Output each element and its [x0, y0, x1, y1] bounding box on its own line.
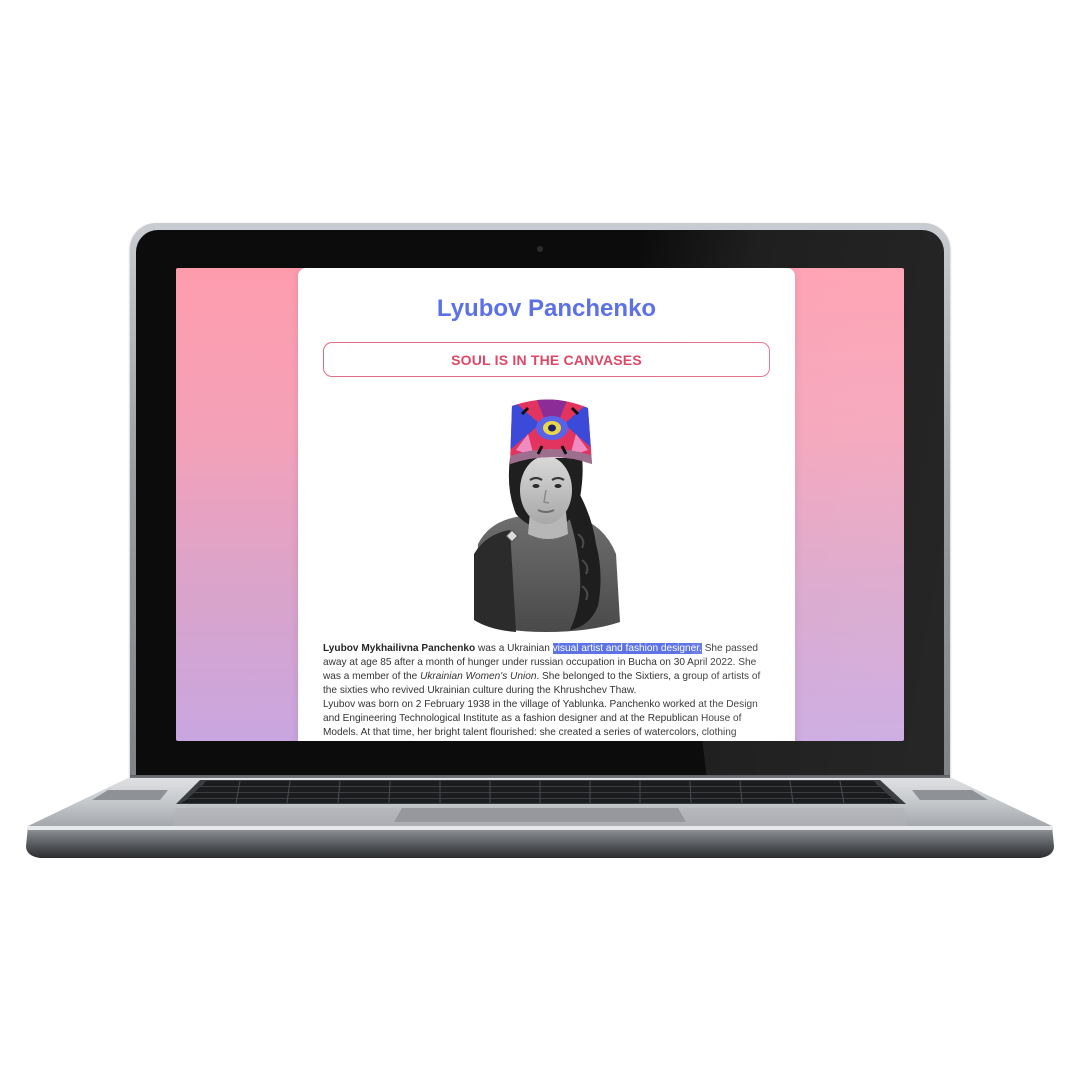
- highlighted-text[interactable]: visual artist and fashion designer.: [552, 643, 702, 654]
- page-title: Lyubov Panchenko: [436, 295, 657, 322]
- stage: Lyubov Panchenko SOUL IS IN THE CANVASES: [0, 0, 1080, 1080]
- bio-italic-org: Ukrainian Women's Union: [420, 671, 537, 682]
- bio-name: Lyubov Mykhailivna Panchenko: [323, 643, 476, 654]
- webcam-icon: [537, 246, 543, 252]
- bio-paragraph-1: Lyubov Mykhailivna Panchenko was a Ukrai…: [323, 642, 771, 698]
- motto-banner: SOUL IS IN THE CANVASES: [323, 342, 770, 377]
- portrait-photo: [474, 399, 620, 632]
- bio-text: Lyubov Mykhailivna Panchenko was a Ukrai…: [323, 642, 771, 740]
- motto-text: SOUL IS IN THE CANVASES: [451, 351, 642, 368]
- content-card: Lyubov Panchenko SOUL IS IN THE CANVASES: [298, 268, 795, 741]
- laptop-hinge: [130, 775, 950, 781]
- laptop-screen: Lyubov Panchenko SOUL IS IN THE CANVASES: [176, 268, 904, 741]
- bio-text-segment: was a Ukrainian: [475, 643, 553, 654]
- bio-paragraph-2: Lyubov was born on 2 February 1938 in th…: [323, 699, 758, 738]
